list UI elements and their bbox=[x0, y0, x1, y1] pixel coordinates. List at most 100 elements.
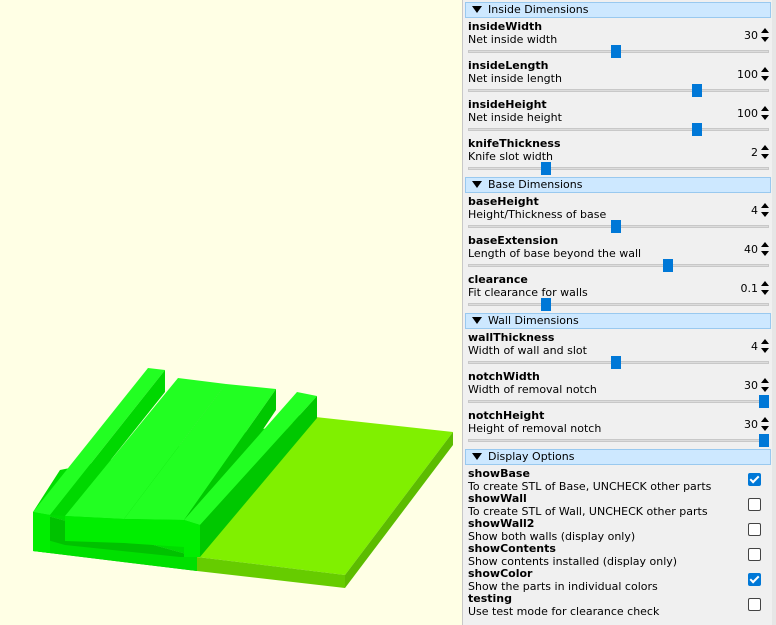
option-checkbox[interactable] bbox=[748, 473, 761, 486]
collapse-triangle-icon[interactable] bbox=[472, 180, 482, 188]
param-insideHeight: insideHeight Net inside height 100 bbox=[465, 98, 771, 137]
slider-track[interactable] bbox=[468, 400, 769, 403]
value-field[interactable]: 30 bbox=[744, 29, 760, 42]
slider-track[interactable] bbox=[468, 89, 769, 92]
collapse-triangle-icon[interactable] bbox=[472, 5, 482, 13]
slider-thumb[interactable] bbox=[759, 395, 769, 408]
slider-thumb[interactable] bbox=[611, 45, 621, 58]
param-description: Net inside width bbox=[468, 33, 558, 46]
spin-down-icon[interactable] bbox=[761, 115, 769, 120]
collapse-triangle-icon[interactable] bbox=[472, 316, 482, 324]
slider-track[interactable] bbox=[468, 303, 769, 306]
option-showWall: showWall To create STL of Wall, UNCHECK o… bbox=[465, 492, 771, 518]
value-field[interactable]: 0.1 bbox=[741, 282, 761, 295]
spin-arrows-icon[interactable] bbox=[760, 144, 769, 160]
value-field[interactable]: 100 bbox=[737, 68, 760, 81]
spin-down-icon[interactable] bbox=[761, 37, 769, 42]
3d-viewport[interactable] bbox=[0, 0, 462, 625]
option-name: showWall2 bbox=[468, 517, 535, 530]
spin-up-icon[interactable] bbox=[761, 203, 769, 208]
group-header-3[interactable]: Display Options bbox=[465, 449, 771, 465]
slider-track[interactable] bbox=[468, 264, 769, 267]
spin-arrows-icon[interactable] bbox=[760, 66, 769, 82]
spin-arrows-icon[interactable] bbox=[760, 416, 769, 432]
option-name: testing bbox=[468, 592, 512, 605]
spin-arrows-icon[interactable] bbox=[760, 338, 769, 354]
slider-thumb[interactable] bbox=[541, 298, 551, 311]
slider-track[interactable] bbox=[468, 167, 769, 170]
spin-arrows-icon[interactable] bbox=[760, 280, 769, 296]
spin-down-icon[interactable] bbox=[761, 212, 769, 217]
param-name: insideLength bbox=[468, 59, 549, 72]
slider-track[interactable] bbox=[468, 128, 769, 131]
value-field[interactable]: 100 bbox=[737, 107, 760, 120]
slider-thumb[interactable] bbox=[692, 84, 702, 97]
spin-down-icon[interactable] bbox=[761, 76, 769, 81]
value-spinbox[interactable]: 0.1 bbox=[741, 279, 769, 297]
slider-thumb[interactable] bbox=[759, 434, 769, 447]
spin-up-icon[interactable] bbox=[761, 242, 769, 247]
option-showColor: showColor Show the parts in individual co… bbox=[465, 567, 771, 593]
spin-arrows-icon[interactable] bbox=[760, 377, 769, 393]
value-spinbox[interactable]: 4 bbox=[751, 337, 769, 355]
option-testing: testing Use test mode for clearance check bbox=[465, 592, 771, 618]
value-field[interactable]: 30 bbox=[744, 379, 760, 392]
option-checkbox[interactable] bbox=[748, 548, 761, 561]
spin-up-icon[interactable] bbox=[761, 28, 769, 33]
slider-track[interactable] bbox=[468, 439, 769, 442]
spin-up-icon[interactable] bbox=[761, 417, 769, 422]
spin-up-icon[interactable] bbox=[761, 106, 769, 111]
value-spinbox[interactable]: 30 bbox=[744, 376, 769, 394]
spin-arrows-icon[interactable] bbox=[760, 241, 769, 257]
spin-down-icon[interactable] bbox=[761, 290, 769, 295]
spin-up-icon[interactable] bbox=[761, 281, 769, 286]
spin-up-icon[interactable] bbox=[761, 67, 769, 72]
slider-thumb[interactable] bbox=[611, 220, 621, 233]
option-checkbox[interactable] bbox=[748, 523, 761, 536]
spin-arrows-icon[interactable] bbox=[760, 202, 769, 218]
option-checkbox[interactable] bbox=[748, 598, 761, 611]
value-field[interactable]: 2 bbox=[751, 146, 760, 159]
spin-up-icon[interactable] bbox=[761, 145, 769, 150]
spin-down-icon[interactable] bbox=[761, 348, 769, 353]
option-checkbox[interactable] bbox=[748, 498, 761, 511]
spin-down-icon[interactable] bbox=[761, 387, 769, 392]
slider-thumb[interactable] bbox=[663, 259, 673, 272]
value-spinbox[interactable]: 30 bbox=[744, 415, 769, 433]
group-header-1[interactable]: Base Dimensions bbox=[465, 177, 771, 193]
param-name: clearance bbox=[468, 273, 528, 286]
value-spinbox[interactable]: 30 bbox=[744, 26, 769, 44]
param-name: baseHeight bbox=[468, 195, 539, 208]
param-name: knifeThickness bbox=[468, 137, 561, 150]
spin-arrows-icon[interactable] bbox=[760, 105, 769, 121]
spin-arrows-icon[interactable] bbox=[760, 27, 769, 43]
group-title: Display Options bbox=[488, 450, 575, 463]
value-field[interactable]: 40 bbox=[744, 243, 760, 256]
param-name: notchHeight bbox=[468, 409, 545, 422]
value-field[interactable]: 30 bbox=[744, 418, 760, 431]
spin-down-icon[interactable] bbox=[761, 426, 769, 431]
value-field[interactable]: 4 bbox=[751, 204, 760, 217]
spin-down-icon[interactable] bbox=[761, 251, 769, 256]
value-spinbox[interactable]: 100 bbox=[737, 65, 769, 83]
group-header-2[interactable]: Wall Dimensions bbox=[465, 313, 771, 329]
slider-thumb[interactable] bbox=[611, 356, 621, 369]
value-spinbox[interactable]: 40 bbox=[744, 240, 769, 258]
panel-scrollbar[interactable] bbox=[772, 0, 776, 625]
param-name: insideWidth bbox=[468, 20, 543, 33]
param-baseHeight: baseHeight Height/Thickness of base 4 bbox=[465, 195, 771, 234]
value-field[interactable]: 4 bbox=[751, 340, 760, 353]
value-spinbox[interactable]: 4 bbox=[751, 201, 769, 219]
param-insideWidth: insideWidth Net inside width 30 bbox=[465, 20, 771, 59]
option-checkbox[interactable] bbox=[748, 573, 761, 586]
option-name: showColor bbox=[468, 567, 533, 580]
slider-thumb[interactable] bbox=[541, 162, 551, 175]
spin-up-icon[interactable] bbox=[761, 339, 769, 344]
value-spinbox[interactable]: 2 bbox=[751, 143, 769, 161]
slider-thumb[interactable] bbox=[692, 123, 702, 136]
collapse-triangle-icon[interactable] bbox=[472, 452, 482, 460]
spin-down-icon[interactable] bbox=[761, 154, 769, 159]
value-spinbox[interactable]: 100 bbox=[737, 104, 769, 122]
group-header-0[interactable]: Inside Dimensions bbox=[465, 2, 771, 18]
spin-up-icon[interactable] bbox=[761, 378, 769, 383]
